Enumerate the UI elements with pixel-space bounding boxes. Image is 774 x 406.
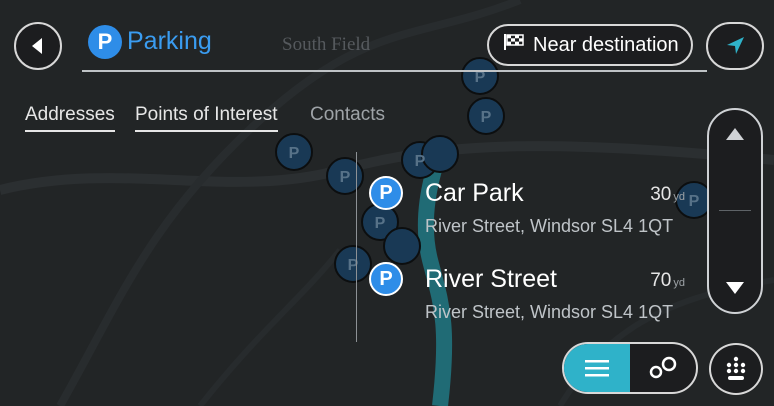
map-pins-icon <box>649 356 677 379</box>
list-icon <box>585 360 609 377</box>
tab-points-of-interest[interactable]: Points of Interest <box>135 104 278 132</box>
back-button[interactable] <box>14 22 62 70</box>
result-address: River Street, Windsor SL4 1QT <box>425 216 674 236</box>
result-distance: 70 yd <box>650 270 685 291</box>
view-toggle <box>562 342 698 394</box>
tab-addresses[interactable]: Addresses <box>25 104 115 132</box>
search-underline <box>82 70 707 72</box>
near-destination-button[interactable]: Near destination <box>487 24 693 66</box>
result-name: River Street <box>425 265 557 293</box>
result-name: Car Park <box>425 179 524 207</box>
distance-unit: yd <box>673 277 685 289</box>
list-view-button[interactable] <box>564 344 630 392</box>
search-query[interactable]: Parking <box>127 27 212 56</box>
tab-contacts[interactable]: Contacts <box>310 104 385 126</box>
keyboard-icon <box>726 356 746 380</box>
navigation-arrow-icon <box>727 37 744 54</box>
parking-category-badge: P <box>88 25 122 59</box>
result-car-park[interactable]: P Car Park River Street, Windsor SL4 1QT… <box>357 164 697 244</box>
chevron-down-icon <box>726 282 744 294</box>
result-distance: 30 yd <box>650 184 685 205</box>
checkered-flag-icon <box>503 33 525 57</box>
navigate-button[interactable] <box>706 22 764 70</box>
results-list: P Car Park River Street, Windsor SL4 1QT… <box>357 152 697 342</box>
map-view-button[interactable] <box>630 344 696 392</box>
result-river-street[interactable]: P River Street River Street, Windsor SL4… <box>357 250 697 330</box>
distance-unit: yd <box>673 191 685 203</box>
near-destination-label: Near destination <box>533 33 679 56</box>
parking-pin-icon: P <box>369 176 403 210</box>
scroll-down-button[interactable] <box>709 212 761 312</box>
search-screen: P P P P P P P P South Field P Parking Ne… <box>0 0 774 406</box>
parking-pin-icon: P <box>369 262 403 296</box>
scroll-separator <box>719 210 751 211</box>
back-arrow-icon <box>32 38 42 54</box>
map-area-label: South Field <box>282 34 371 55</box>
keyboard-button[interactable] <box>709 343 763 395</box>
chevron-up-icon <box>726 128 744 140</box>
result-address: River Street, Windsor SL4 1QT <box>425 302 674 322</box>
scroll-control <box>707 108 763 314</box>
scroll-up-button[interactable] <box>709 110 761 210</box>
